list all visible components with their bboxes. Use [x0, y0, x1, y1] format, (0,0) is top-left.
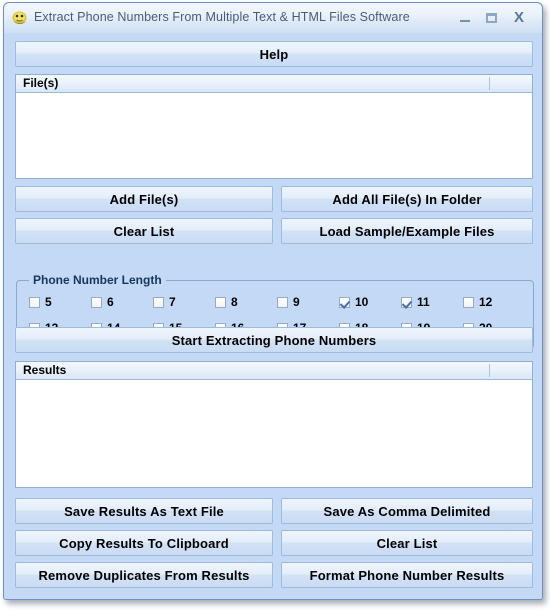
add-files-button[interactable]: Add File(s) [15, 186, 273, 212]
phone-length-checkbox-5[interactable]: 5 [29, 295, 52, 309]
maximize-button[interactable] [482, 9, 500, 27]
copy-results-to-clipboard-button[interactable]: Copy Results To Clipboard [15, 530, 273, 556]
checkbox-unchecked-icon [91, 296, 102, 308]
add-all-files-in-folder-button[interactable]: Add All File(s) In Folder [281, 186, 533, 212]
help-button[interactable]: Help [15, 41, 533, 67]
minimize-button[interactable] [456, 9, 474, 27]
format-phone-number-results-button[interactable]: Format Phone Number Results [281, 562, 533, 588]
files-list[interactable]: File(s) [15, 74, 533, 179]
window-title: Extract Phone Numbers From Multiple Text… [34, 10, 410, 24]
application-window: Extract Phone Numbers From Multiple Text… [3, 2, 543, 600]
results-list-header-label: Results [23, 363, 67, 377]
remove-duplicates-from-results-button[interactable]: Remove Duplicates From Results [15, 562, 273, 588]
phone-length-checkbox-label: 6 [107, 295, 114, 309]
phone-number-length-label: Phone Number Length [29, 273, 166, 287]
client-area: Help File(s) Add File(s) Add All File(s)… [4, 33, 542, 599]
results-list-header[interactable]: Results [16, 362, 532, 380]
clear-list-files-button[interactable]: Clear List [15, 218, 273, 244]
checkbox-unchecked-icon [277, 296, 288, 308]
phone-length-checkbox-label: 12 [479, 295, 493, 309]
checkbox-unchecked-icon [215, 296, 226, 308]
phone-length-checkbox-label: 5 [45, 295, 52, 309]
phone-length-checkbox-11[interactable]: 11 [401, 295, 430, 309]
title-bar: Extract Phone Numbers From Multiple Text… [4, 3, 542, 34]
checkbox-checked-icon [401, 296, 412, 308]
phone-length-checkbox-10[interactable]: 10 [339, 295, 368, 309]
files-list-header[interactable]: File(s) [16, 75, 532, 93]
minimize-icon [460, 20, 470, 22]
save-as-comma-delimited-button[interactable]: Save As Comma Delimited [281, 498, 533, 524]
phone-length-checkbox-6[interactable]: 6 [91, 295, 114, 309]
checkbox-unchecked-icon [463, 296, 474, 308]
results-list-body[interactable] [16, 380, 532, 487]
results-column-divider[interactable] [489, 364, 490, 377]
results-list[interactable]: Results [15, 361, 533, 488]
files-list-header-label: File(s) [23, 76, 59, 90]
phone-length-checkbox-9[interactable]: 9 [277, 295, 300, 309]
load-sample-example-files-button[interactable]: Load Sample/Example Files [281, 218, 533, 244]
phone-length-checkbox-label: 9 [293, 295, 300, 309]
phone-length-checkbox-12[interactable]: 12 [463, 295, 492, 309]
maximize-icon [485, 13, 497, 23]
start-extracting-phone-numbers-button[interactable]: Start Extracting Phone Numbers [15, 327, 533, 353]
phone-length-checkbox-7[interactable]: 7 [153, 295, 176, 309]
phone-length-checkbox-label: 10 [355, 295, 369, 309]
phone-length-checkbox-label: 11 [417, 295, 430, 309]
checkbox-unchecked-icon [29, 296, 40, 308]
files-list-body[interactable] [16, 93, 532, 178]
phone-length-row-1: 5 6 7 8 9 10 11 12 [17, 295, 533, 313]
clear-list-results-button[interactable]: Clear List [281, 530, 533, 556]
close-button[interactable]: X [510, 9, 528, 27]
files-column-divider[interactable] [489, 77, 490, 90]
phone-length-checkbox-label: 7 [169, 295, 176, 309]
checkbox-checked-icon [339, 296, 350, 308]
save-results-as-text-file-button[interactable]: Save Results As Text File [15, 498, 273, 524]
app-icon [12, 11, 27, 24]
checkbox-unchecked-icon [153, 296, 164, 308]
phone-length-checkbox-label: 8 [231, 295, 238, 309]
phone-length-checkbox-8[interactable]: 8 [215, 295, 238, 309]
